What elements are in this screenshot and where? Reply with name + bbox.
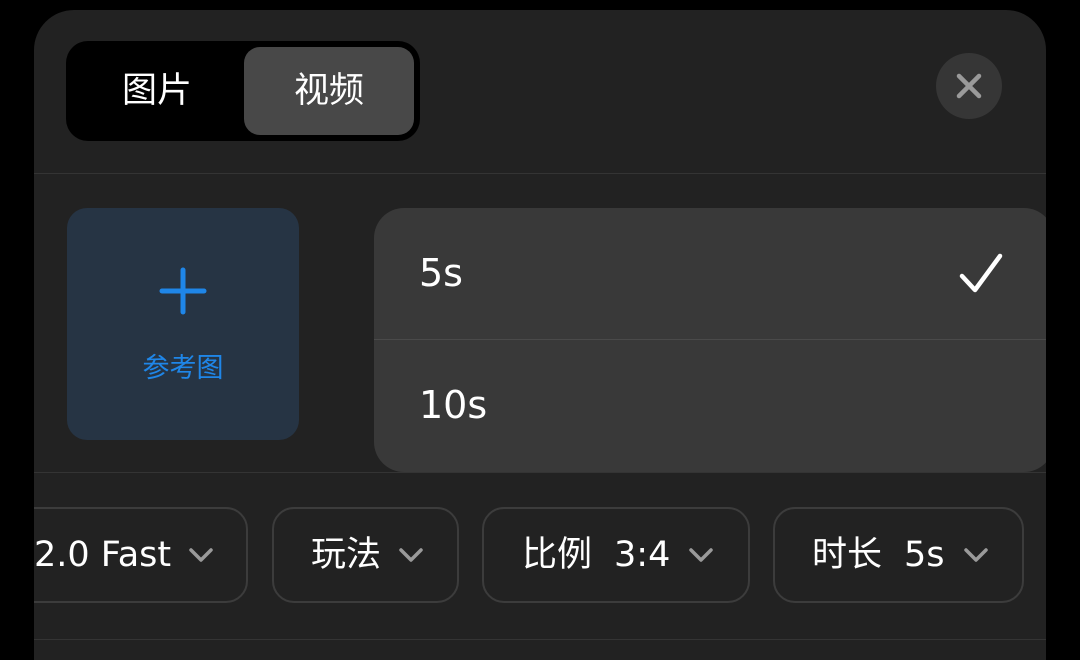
plus-icon — [159, 267, 207, 315]
tab-video[interactable]: 视频 — [244, 47, 414, 135]
duration-selector[interactable]: 时长 5s — [773, 507, 1024, 603]
chevron-down-icon — [399, 548, 423, 562]
model-selector[interactable]: 2.0 Fast — [34, 507, 248, 603]
chevron-down-icon — [964, 548, 988, 562]
tab-image[interactable]: 图片 — [72, 47, 242, 135]
duration-text: 时长 5s — [812, 509, 945, 601]
chevron-down-icon — [689, 548, 713, 562]
add-reference-image-button[interactable]: 参考图 — [67, 208, 299, 440]
divider — [34, 173, 1046, 174]
duration-option-label: 5s — [419, 251, 463, 295]
divider — [34, 639, 1046, 640]
duration-dropdown-menu: 5s 10s — [374, 208, 1046, 472]
divider — [34, 472, 1046, 473]
play-mode-selector[interactable]: 玩法 — [272, 507, 459, 603]
aspect-ratio-value: 3:4 — [614, 535, 671, 575]
aspect-ratio-selector[interactable]: 比例 3:4 — [482, 507, 750, 603]
aspect-ratio-text: 比例 3:4 — [522, 509, 670, 601]
media-type-segmented-control: 图片 视频 — [66, 41, 420, 141]
duration-option-label: 10s — [419, 383, 488, 427]
model-value: 2.0 Fast — [34, 535, 172, 575]
duration-value: 5s — [904, 535, 945, 575]
reference-image-label: 参考图 — [142, 353, 224, 384]
aspect-ratio-label: 比例 — [522, 535, 593, 575]
duration-option-10s[interactable]: 10s — [374, 340, 1046, 471]
play-mode-label: 玩法 — [311, 535, 382, 575]
duration-label: 时长 — [812, 535, 883, 575]
video-settings-panel: 图片 视频 参考图 5s 10s 2.0 Fast 玩法 比例 3:4 时长 5… — [34, 10, 1046, 660]
duration-option-5s[interactable]: 5s — [374, 208, 1046, 340]
chevron-down-icon — [189, 548, 213, 562]
close-icon — [956, 73, 982, 99]
close-button[interactable] — [936, 53, 1002, 119]
checkmark-icon — [959, 253, 1003, 293]
